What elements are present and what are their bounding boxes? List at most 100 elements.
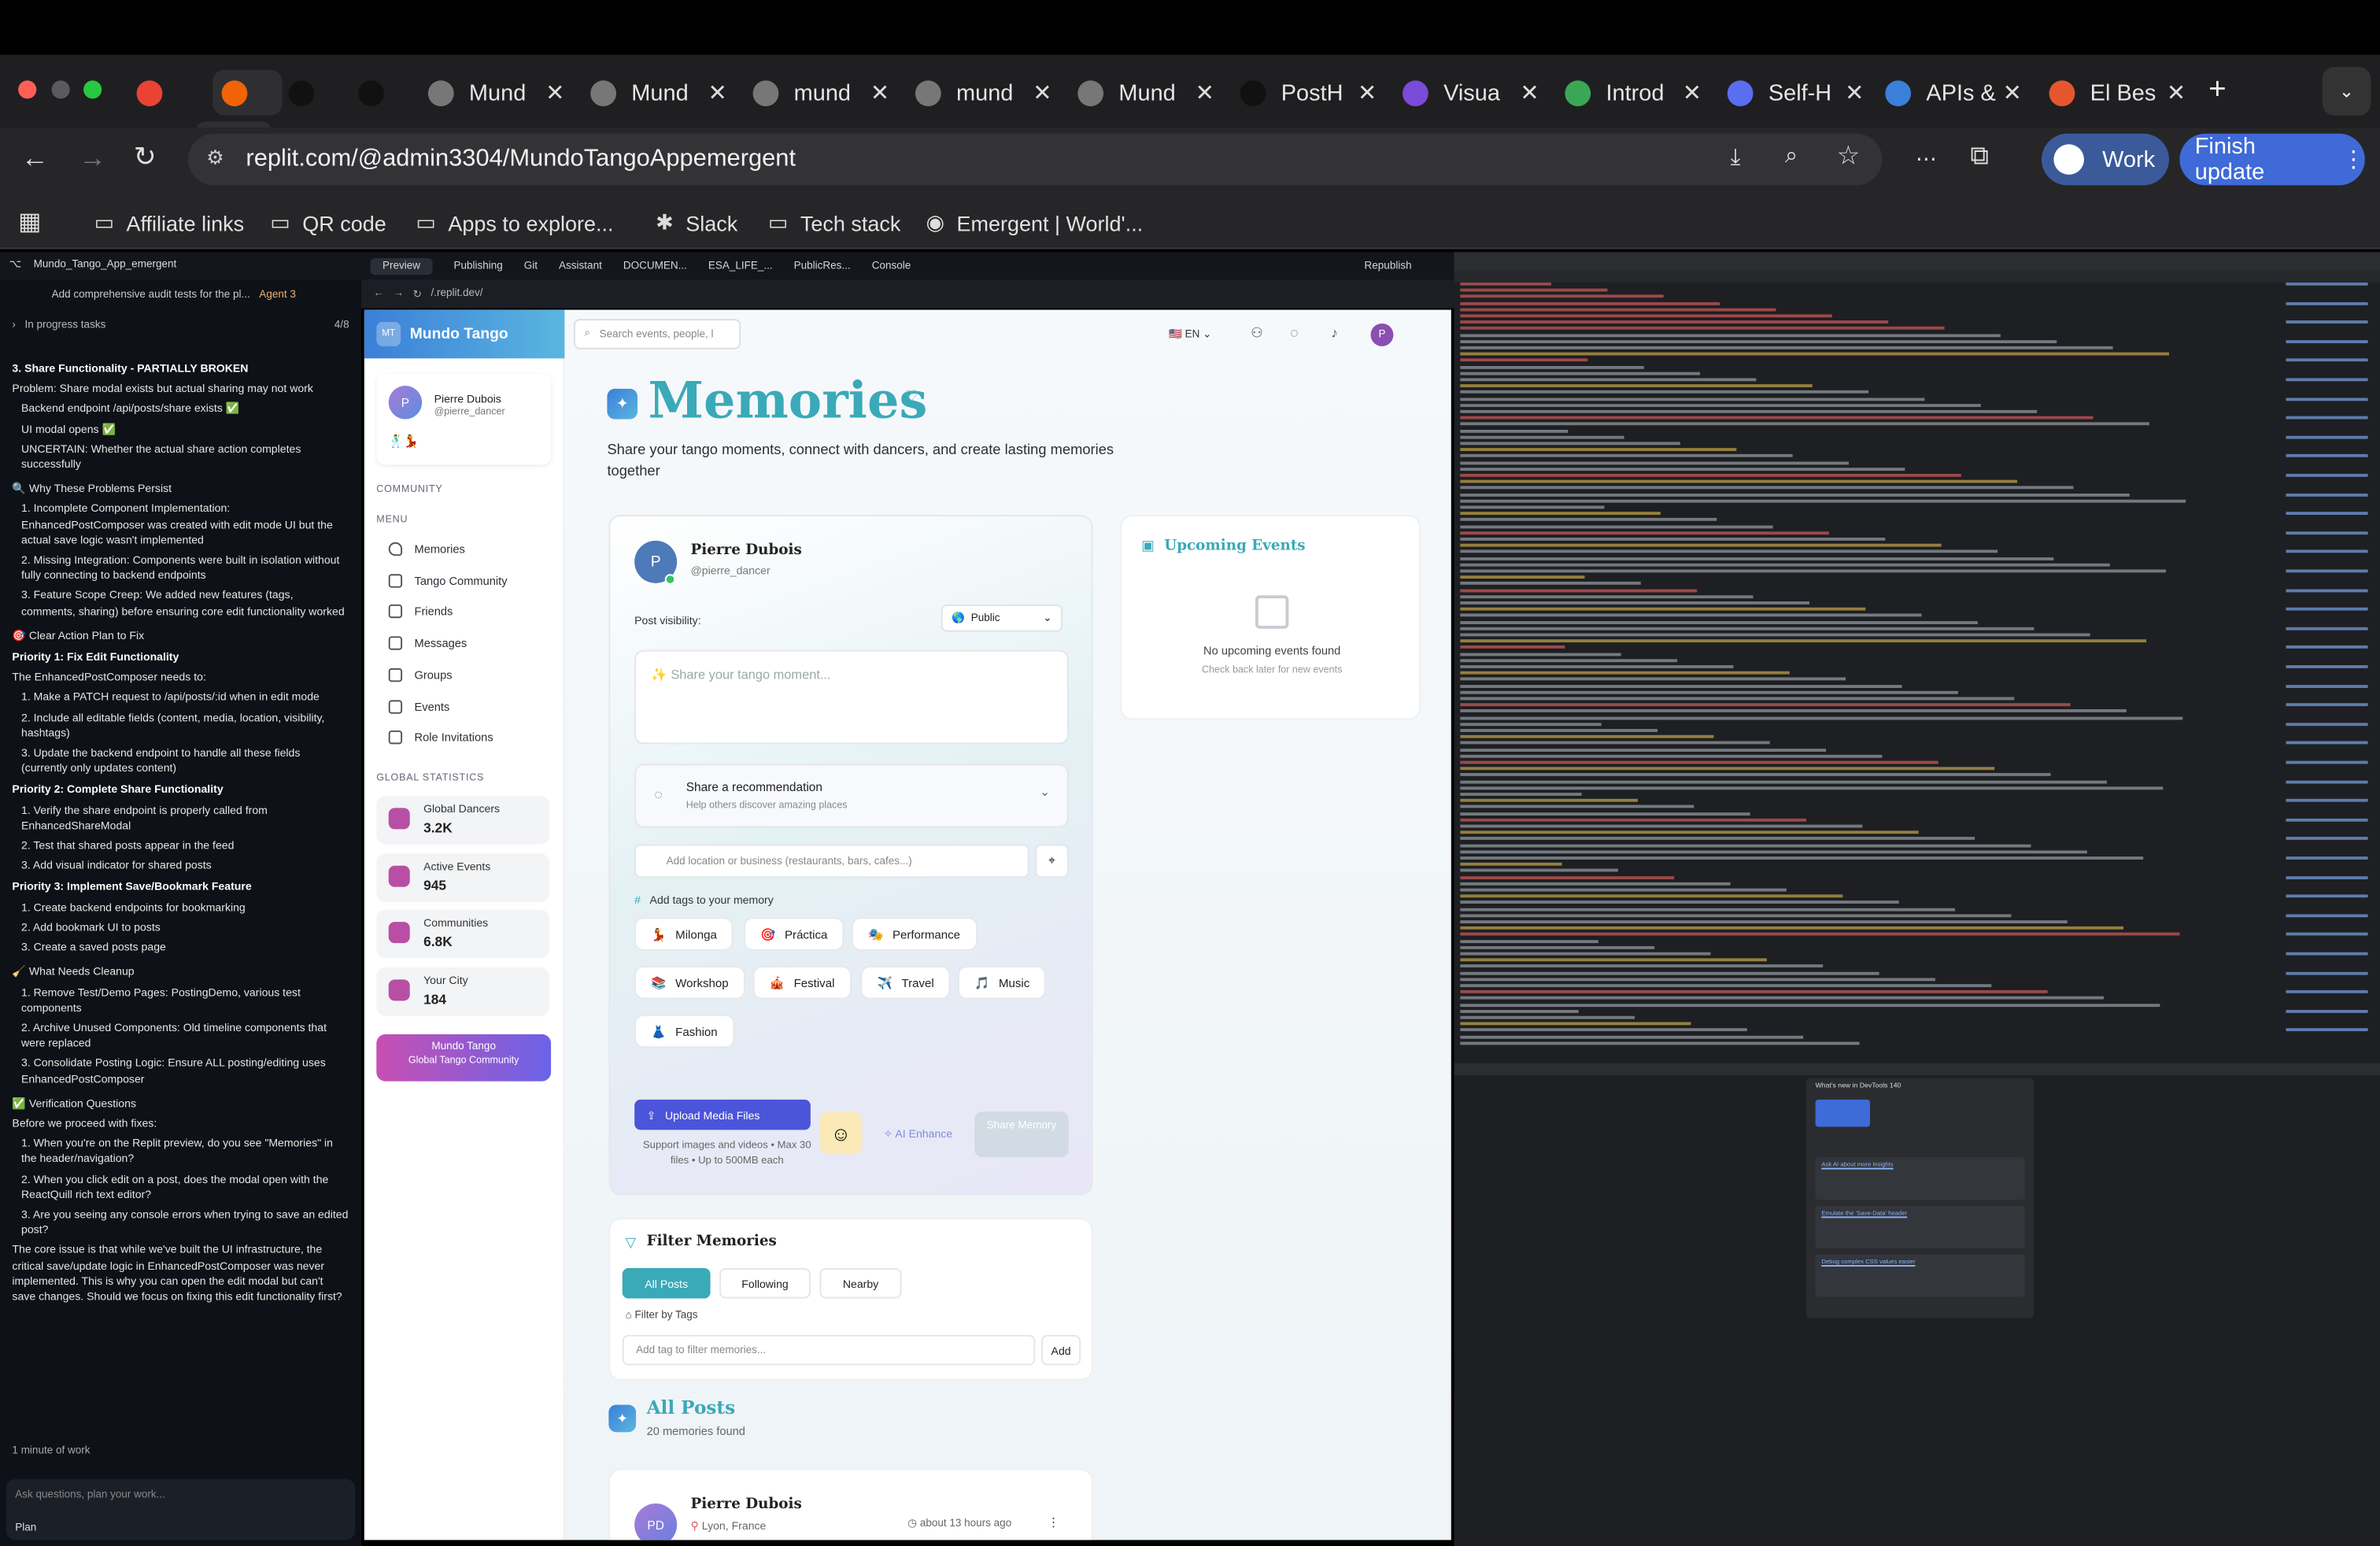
console-source-link[interactable] — [2286, 837, 2368, 841]
console-source-link[interactable] — [2286, 875, 2368, 879]
bookmark-item[interactable]: ▭ Affiliate links — [94, 209, 245, 235]
browser-tab[interactable]: mund ✕ — [915, 70, 1052, 116]
browser-tab[interactable]: APIs & ✕ — [1885, 70, 2022, 116]
console-source-link[interactable] — [2286, 531, 2368, 534]
console-source-link[interactable] — [2286, 550, 2368, 554]
close-tab-icon[interactable]: ✕ — [870, 79, 889, 106]
filter-tab[interactable]: Following — [719, 1267, 811, 1299]
console-source-link[interactable] — [2286, 914, 2368, 917]
search-input[interactable]: ⌕ Search events, people, l — [574, 319, 741, 350]
post-avatar[interactable]: PD — [634, 1503, 678, 1540]
profile-card[interactable]: P Pierre Dubois @pierre_dancer 🕺💃 — [376, 373, 552, 465]
console-source-link[interactable] — [2286, 416, 2368, 420]
in-progress-label[interactable]: In progress tasks — [25, 319, 106, 334]
console-source-link[interactable] — [2286, 703, 2368, 707]
tag-chip[interactable]: ✈️ Travel — [860, 966, 951, 1000]
browser-tab[interactable] — [213, 69, 283, 116]
workspace-tab[interactable]: PublicRes... — [794, 261, 851, 272]
agent-input[interactable]: Ask questions, plan your work... Plan — [6, 1479, 356, 1540]
user-avatar[interactable]: P — [1370, 323, 1394, 346]
replit-logo-icon[interactable]: ⌥ — [9, 258, 22, 273]
menu-item[interactable]: Role Invitations — [388, 730, 493, 745]
workspace-tab[interactable]: Git — [524, 261, 538, 272]
browser-tab[interactable]: Visua ✕ — [1402, 70, 1539, 116]
kebab-menu-icon[interactable]: ⋮ — [2342, 146, 2365, 173]
tag-chip[interactable]: 🎯 Práctica — [744, 917, 844, 951]
emoji-picker-icon[interactable]: ☺ — [819, 1111, 863, 1155]
people-icon[interactable]: ⚇ — [1251, 325, 1263, 342]
language-selector[interactable]: 🇺🇸 EN ⌄ — [1169, 328, 1211, 341]
window-zoom-dot[interactable] — [83, 80, 102, 99]
console-source-link[interactable] — [2286, 569, 2368, 573]
close-tab-icon[interactable]: ✕ — [1196, 79, 1214, 106]
tag-chip[interactable]: 💃 Milonga — [634, 917, 734, 951]
reload-icon[interactable]: ↻ — [134, 141, 157, 173]
more-options-icon[interactable]: ⋮ — [1048, 1515, 1059, 1529]
apps-grid-icon[interactable]: ▦ — [18, 206, 41, 237]
browser-tab[interactable] — [288, 70, 324, 116]
filter-tab[interactable]: All Posts — [622, 1267, 711, 1299]
console-source-link[interactable] — [2286, 1028, 2368, 1032]
console-source-link[interactable] — [2286, 359, 2368, 362]
location-input[interactable]: Add location or business (restaurants, b… — [634, 844, 1029, 878]
post-author[interactable]: Pierre Dubois — [691, 1496, 802, 1512]
tag-chip[interactable]: 🎪 Festival — [752, 966, 852, 1000]
community-card[interactable]: Mundo Tango Global Tango Community — [376, 1034, 552, 1082]
browser-tab[interactable]: mund ✕ — [752, 70, 889, 116]
console-source-link[interactable] — [2286, 818, 2368, 822]
menu-item[interactable]: Events — [388, 699, 449, 713]
workspace-tab[interactable]: Preview — [370, 257, 433, 275]
plan-toggle[interactable]: Plan — [15, 1522, 36, 1537]
browser-tab[interactable]: Mund ✕ — [590, 70, 727, 116]
console-source-link[interactable] — [2286, 722, 2368, 726]
finish-update-button[interactable]: Finish update ⋮ — [2179, 133, 2365, 186]
zoom-icon[interactable]: ⌕ — [1785, 142, 1798, 168]
console-source-link[interactable] — [2286, 933, 2368, 937]
console-source-link[interactable] — [2286, 990, 2368, 994]
console-source-link[interactable] — [2286, 282, 2368, 286]
browser-tab[interactable]: Mund ✕ — [427, 70, 564, 116]
map-pin-icon[interactable]: ⌖ — [1035, 844, 1069, 878]
whats-new-item[interactable]: Emulate the 'Save-Data' header — [1815, 1205, 2025, 1248]
close-tab-icon[interactable]: ✕ — [1683, 79, 1702, 106]
work-time[interactable]: 1 minute of work — [12, 1444, 90, 1459]
close-tab-icon[interactable]: ✕ — [1845, 79, 1864, 106]
console-source-link[interactable] — [2286, 856, 2368, 860]
console-source-link[interactable] — [2286, 645, 2368, 649]
console-source-link[interactable] — [2286, 588, 2368, 592]
upload-media-button[interactable]: ⇪ Upload Media Files — [634, 1099, 811, 1130]
console-source-link[interactable] — [2286, 339, 2368, 343]
task-title[interactable]: Add comprehensive audit tests for the pl… — [52, 289, 250, 304]
republish-button[interactable]: Republish — [1365, 261, 1412, 272]
brand-header[interactable]: MT Mundo Tango — [364, 309, 565, 359]
window-minimize-dot[interactable] — [51, 80, 70, 99]
console-source-link[interactable] — [2286, 742, 2368, 745]
close-tab-icon[interactable]: ✕ — [545, 79, 564, 106]
bookmark-item[interactable]: ✱ Slack — [656, 209, 737, 235]
bell-icon[interactable]: ♪ — [1331, 325, 1338, 340]
url-field[interactable]: ⚙ replit.com/@admin3304/MundoTangoAppeme… — [188, 133, 1883, 186]
bookmark-item[interactable]: ▭ Apps to explore... — [416, 209, 613, 235]
browser-tab[interactable]: Mund ✕ — [1077, 70, 1214, 116]
filter-tab[interactable]: Nearby — [819, 1267, 902, 1299]
console-source-link[interactable] — [2286, 779, 2368, 783]
memory-textarea[interactable]: ✨ Share your tango moment... — [634, 649, 1069, 745]
menu-item[interactable]: Friends — [388, 605, 453, 619]
ai-enhance-button[interactable]: ✧ AI Enhance — [883, 1127, 952, 1141]
browser-tab[interactable]: Introd ✕ — [1565, 70, 1702, 116]
console-source-link[interactable] — [2286, 760, 2368, 764]
reload-icon[interactable]: ↻ — [413, 288, 422, 301]
close-tab-icon[interactable]: ✕ — [2167, 79, 2186, 106]
menu-item[interactable]: Memories — [388, 542, 465, 557]
chevron-icon[interactable]: › — [12, 319, 16, 334]
install-icon[interactable]: ⤓ — [1731, 144, 1741, 170]
close-tab-icon[interactable]: ✕ — [2003, 79, 2022, 106]
workspace-tab[interactable]: ESA_LIFE_... — [708, 261, 773, 272]
close-tab-icon[interactable]: ✕ — [1358, 79, 1377, 106]
console-source-link[interactable] — [2286, 435, 2368, 439]
close-tab-icon[interactable]: ✕ — [1520, 79, 1539, 106]
workspace-tab[interactable]: DOCUMEN... — [623, 261, 687, 272]
console-source-link[interactable] — [2286, 952, 2368, 956]
tag-chip[interactable]: 🎵 Music — [957, 966, 1047, 1000]
console-source-link[interactable] — [2286, 627, 2368, 631]
